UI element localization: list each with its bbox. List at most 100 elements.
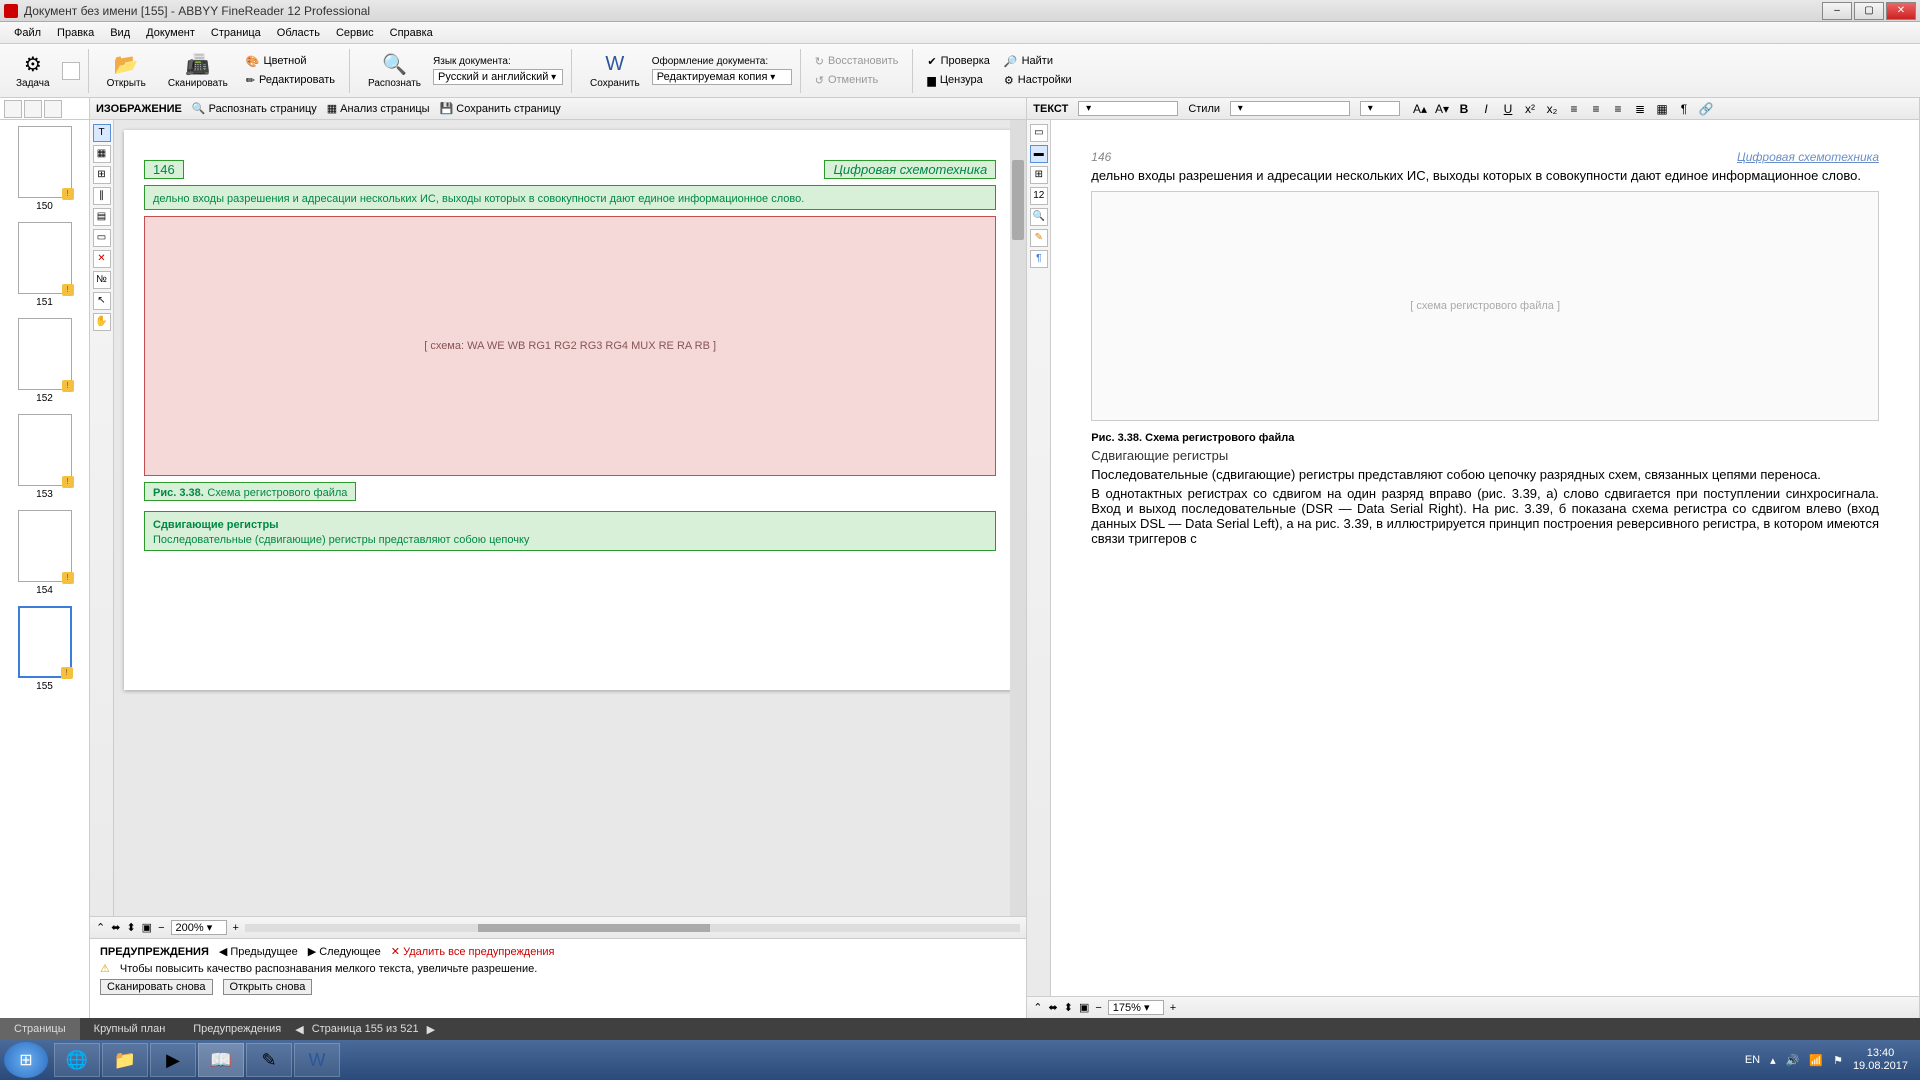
text-tool-3[interactable]: ⊞ <box>1030 166 1048 184</box>
superscript-button[interactable]: x² <box>1520 100 1540 118</box>
text-block-1[interactable]: дельно входы разрешения и адресации неск… <box>144 185 996 210</box>
text-fit-width-icon[interactable]: ⬌ <box>1049 1001 1058 1014</box>
thumbnail-152[interactable]: !152 <box>6 318 83 404</box>
size-dropdown[interactable]: ▾ <box>1360 101 1400 116</box>
menu-edit[interactable]: Правка <box>49 27 102 39</box>
image-document-area[interactable]: 146 Цифровая схемотехника дельно входы р… <box>114 120 1026 916</box>
recognize-button[interactable]: 🔍 Распознать <box>358 50 431 91</box>
task-button[interactable]: ⚙ Задача <box>6 50 60 91</box>
fit-icon[interactable]: ▣ <box>142 921 152 934</box>
text-block-2[interactable]: Сдвигающие регистры Последовательные (сд… <box>144 511 996 551</box>
text-zoom-out-button[interactable]: − <box>1095 1002 1101 1014</box>
text-tool-pilcrow[interactable]: ¶ <box>1030 250 1048 268</box>
scan-button[interactable]: 📠 Сканировать <box>158 50 238 91</box>
maximize-button[interactable]: ▢ <box>1854 2 1884 20</box>
tray-flag-icon[interactable]: ⚑ <box>1833 1054 1843 1067</box>
italic-button[interactable]: I <box>1476 100 1496 118</box>
tray-sound-icon[interactable]: 🔊 <box>1786 1054 1800 1067</box>
font-dropdown[interactable]: ▾ <box>1078 101 1178 116</box>
tool-picture-area[interactable]: ▦ <box>93 145 111 163</box>
text-figure-caption[interactable]: Рис. 3.38. Схема регистрового файла <box>1091 429 1879 444</box>
thumb-view-detail[interactable] <box>44 100 62 118</box>
edit-image-button[interactable]: ✏Редактировать <box>240 72 341 89</box>
check-button[interactable]: ✔Проверка <box>921 53 996 70</box>
save-page-button[interactable]: 💾Сохранить страницу <box>440 102 561 115</box>
text-tool-1[interactable]: ▭ <box>1030 124 1048 142</box>
figure-caption-box[interactable]: Рис. 3.38. Схема регистрового файла <box>144 482 356 501</box>
tool-barcode-area[interactable]: ∥ <box>93 187 111 205</box>
text-paragraph-1[interactable]: дельно входы разрешения и адресации неск… <box>1091 168 1879 183</box>
collapse-icon[interactable]: ⌃ <box>96 921 105 934</box>
underline-button[interactable]: U <box>1498 100 1518 118</box>
new-doc-button[interactable] <box>62 62 80 80</box>
text-fit-page-icon[interactable]: ⬍ <box>1064 1001 1073 1014</box>
tool-bg-area[interactable]: ▤ <box>93 208 111 226</box>
menu-area[interactable]: Область <box>269 27 328 39</box>
image-zoom-dropdown[interactable]: 200% ▾ <box>171 920 227 935</box>
text-tool-4[interactable]: 12 <box>1030 187 1048 205</box>
thumbnail-154[interactable]: !154 <box>6 510 83 596</box>
next-warning-button[interactable]: ▶ Следующее <box>308 945 381 958</box>
undo-button[interactable]: ↺Отменить <box>809 72 905 89</box>
font-shrink-button[interactable]: A▾ <box>1432 100 1452 118</box>
tab-warnings[interactable]: Предупреждения <box>179 1018 295 1040</box>
tab-pages[interactable]: Страницы <box>0 1018 80 1040</box>
settings-button[interactable]: ⚙Настройки <box>998 72 1078 89</box>
recognize-page-button[interactable]: 🔍Распознать страницу <box>192 102 317 115</box>
text-collapse-icon[interactable]: ⌃ <box>1033 1001 1042 1014</box>
taskbar-explorer[interactable]: 📁 <box>102 1043 148 1077</box>
page-prev-button[interactable]: ◀ <box>295 1023 303 1036</box>
tray-clock[interactable]: 13:40 19.08.2017 <box>1853 1047 1908 1073</box>
taskbar-finereader[interactable]: 📖 <box>198 1043 244 1077</box>
close-button[interactable]: ✕ <box>1886 2 1916 20</box>
text-tool-2[interactable]: ▬ <box>1030 145 1048 163</box>
image-scrollbar[interactable] <box>1010 120 1026 916</box>
censor-button[interactable]: ▆Цензура <box>921 72 996 89</box>
menu-view[interactable]: Вид <box>102 27 138 39</box>
tray-up-icon[interactable]: ▴ <box>1770 1054 1776 1067</box>
restore-button[interactable]: ↻Восстановить <box>809 53 905 70</box>
taskbar-word[interactable]: W <box>294 1043 340 1077</box>
scan-again-button[interactable]: Сканировать снова <box>100 979 213 995</box>
text-zoom-in-button[interactable]: + <box>1170 1002 1176 1014</box>
text-tool-highlight[interactable]: ✎ <box>1030 229 1048 247</box>
tray-lang[interactable]: EN <box>1745 1054 1760 1066</box>
tool-text-area[interactable]: T <box>93 124 111 142</box>
text-document-area[interactable]: 146 Цифровая схемотехника дельно входы р… <box>1051 120 1919 996</box>
menu-document[interactable]: Документ <box>138 27 203 39</box>
text-paragraph-2[interactable]: Последовательные (сдвигающие) регистры п… <box>1091 467 1879 482</box>
subscript-button[interactable]: x₂ <box>1542 100 1562 118</box>
image-h-scrollbar[interactable] <box>245 924 1020 932</box>
zoom-in-button[interactable]: + <box>233 922 239 934</box>
text-zoom-dropdown[interactable]: 175% ▾ <box>1108 1000 1164 1015</box>
menu-file[interactable]: Файл <box>6 27 49 39</box>
fit-page-icon[interactable]: ⬍ <box>126 921 135 934</box>
align-center-button[interactable]: ≡ <box>1586 100 1606 118</box>
page-next-button[interactable]: ▶ <box>427 1023 435 1036</box>
thumbnail-153[interactable]: !153 <box>6 414 83 500</box>
thumbnail-150[interactable]: !150 <box>6 126 83 212</box>
fit-width-icon[interactable]: ⬌ <box>111 921 120 934</box>
align-justify-button[interactable]: ≣ <box>1630 100 1650 118</box>
tab-closeup[interactable]: Крупный план <box>80 1018 180 1040</box>
bold-button[interactable]: B <box>1454 100 1474 118</box>
image-block-diagram[interactable]: [ схема: WA WE WB RG1 RG2 RG3 RG4 MUX RE… <box>144 216 996 476</box>
taskbar-chrome[interactable]: 🌐 <box>54 1043 100 1077</box>
find-button[interactable]: 🔎Найти <box>998 53 1078 70</box>
format-dropdown[interactable]: Редактируемая копия ▾ <box>652 69 792 85</box>
page-header-box[interactable]: Цифровая схемотехника <box>824 160 996 179</box>
menu-page[interactable]: Страница <box>203 27 269 39</box>
menu-help[interactable]: Справка <box>382 27 441 39</box>
zoom-out-button[interactable]: − <box>158 922 164 934</box>
font-grow-button[interactable]: A▴ <box>1410 100 1430 118</box>
tool-select[interactable]: ▭ <box>93 229 111 247</box>
thumbnails-list[interactable]: !150!151!152!153!154!155 <box>0 120 89 1018</box>
taskbar-media[interactable]: ▶ <box>150 1043 196 1077</box>
color-mode-button[interactable]: 🎨Цветной <box>240 53 341 70</box>
align-left-button[interactable]: ≡ <box>1564 100 1584 118</box>
tool-order[interactable]: № <box>93 271 111 289</box>
text-heading-2[interactable]: Сдвигающие регистры <box>1091 448 1879 463</box>
menu-tools[interactable]: Сервис <box>328 27 382 39</box>
style-dropdown[interactable]: ▾ <box>1230 101 1350 116</box>
thumb-view-list[interactable] <box>24 100 42 118</box>
